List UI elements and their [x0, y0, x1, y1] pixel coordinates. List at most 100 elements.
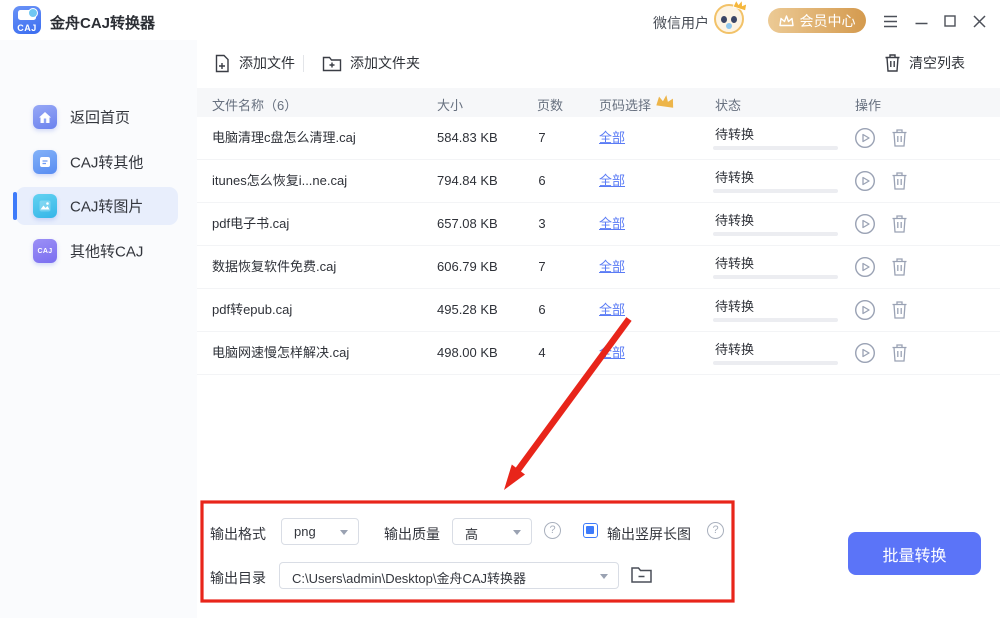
file-name: 数据恢复软件免费.caj — [212, 259, 337, 274]
progress-bar — [713, 146, 838, 150]
play-icon — [854, 299, 876, 321]
sidebar-item-other-to-caj[interactable]: CAJ 其他转CAJ — [0, 232, 197, 270]
header-pages: 页数 — [537, 98, 564, 113]
progress-bar — [713, 318, 838, 322]
caj-badge-icon: CAJ — [33, 239, 57, 263]
maximize-button[interactable] — [942, 13, 958, 29]
status-text: 待转换 — [715, 256, 755, 271]
progress-bar — [713, 189, 838, 193]
trash-icon — [892, 172, 907, 190]
delete-file-button[interactable] — [891, 214, 909, 234]
output-format-value: png — [294, 524, 316, 539]
member-center-button[interactable]: 会员中心 — [768, 8, 866, 33]
delete-file-button[interactable] — [891, 171, 909, 191]
titlebar: CAJ 金舟CAJ转换器 微信用户 会员中心 — [0, 0, 1000, 40]
close-icon — [972, 14, 986, 28]
play-icon — [854, 213, 876, 235]
table-row: 电脑网速慢怎样解决.caj 498.00 KB 4 全部 待转换 — [197, 332, 1000, 375]
add-folder-button[interactable]: 添加文件夹 — [322, 51, 420, 75]
sidebar-item-home[interactable]: 返回首页 — [0, 98, 197, 136]
trash-icon — [892, 344, 907, 362]
header-status: 状态 — [715, 98, 742, 113]
trash-icon — [892, 129, 907, 147]
table-header: 文件名称（6） 大小 页数 页码选择 状态 操作 — [197, 88, 1000, 117]
home-icon — [33, 105, 57, 129]
add-folder-icon — [322, 56, 342, 71]
status-text: 待转换 — [715, 299, 755, 314]
checkbox-fill — [586, 526, 594, 534]
convert-play-button[interactable] — [854, 299, 876, 321]
menu-button[interactable] — [882, 13, 898, 29]
table-row: 电脑清理c盘怎么清理.caj 584.83 KB 7 全部 待转换 — [197, 117, 1000, 160]
app-title: 金舟CAJ转换器 — [50, 15, 156, 32]
delete-file-button[interactable] — [891, 257, 909, 277]
output-format-select[interactable]: png — [281, 518, 359, 545]
page-select-link[interactable]: 全部 — [599, 203, 625, 245]
sidebar-item-label: CAJ转其他 — [70, 154, 144, 172]
file-table-body: 电脑清理c盘怎么清理.caj 584.83 KB 7 全部 待转换 itunes… — [197, 117, 1000, 375]
delete-file-button[interactable] — [891, 128, 909, 148]
convert-play-button[interactable] — [854, 127, 876, 149]
file-name: pdf电子书.caj — [212, 216, 290, 231]
file-name: 电脑清理c盘怎么清理.caj — [212, 130, 356, 145]
file-pages: 7 — [538, 130, 546, 145]
clear-list-button[interactable]: 清空列表 — [884, 51, 965, 75]
minimize-icon — [915, 22, 927, 24]
table-row: pdf电子书.caj 657.08 KB 3 全部 待转换 — [197, 203, 1000, 246]
toolbar-divider — [303, 55, 304, 72]
status-text: 待转换 — [715, 213, 755, 228]
progress-bar — [713, 275, 838, 279]
chevron-down-icon — [340, 530, 348, 535]
browse-folder-button[interactable] — [630, 565, 654, 587]
app-window: CAJ 金舟CAJ转换器 微信用户 会员中心 返回首页 CAJ转其他 CAJ转图… — [0, 0, 1000, 618]
close-button[interactable] — [971, 13, 987, 29]
crown-icon — [778, 14, 794, 26]
delete-file-button[interactable] — [891, 300, 909, 320]
status-text: 待转换 — [715, 342, 755, 357]
table-row: pdf转epub.caj 495.28 KB 6 全部 待转换 — [197, 289, 1000, 332]
vertical-long-image-checkbox[interactable] — [583, 523, 598, 538]
quality-help-icon[interactable] — [544, 522, 561, 539]
chevron-down-icon — [513, 530, 521, 535]
user-name: 微信用户 — [653, 15, 709, 31]
output-dir-label: 输出目录 — [210, 570, 266, 586]
vertical-long-image-label: 输出竖屏长图 — [607, 526, 691, 542]
vip-crown-icon — [656, 95, 674, 108]
trash-icon — [892, 301, 907, 319]
progress-bar — [713, 232, 838, 236]
file-size: 606.79 KB — [437, 259, 498, 274]
output-dir-select[interactable]: C:\Users\admin\Desktop\金舟CAJ转换器 — [279, 562, 619, 589]
convert-play-button[interactable] — [854, 213, 876, 235]
file-size: 498.00 KB — [437, 345, 498, 360]
delete-file-button[interactable] — [891, 343, 909, 363]
sidebar-item-caj-to-image[interactable]: CAJ转图片 — [0, 187, 197, 225]
page-select-link[interactable]: 全部 — [599, 332, 625, 374]
convert-play-button[interactable] — [854, 256, 876, 278]
page-select-link[interactable]: 全部 — [599, 246, 625, 288]
minimize-button[interactable] — [913, 13, 929, 29]
sidebar-item-caj-to-other[interactable]: CAJ转其他 — [0, 143, 197, 181]
page-select-link[interactable]: 全部 — [599, 117, 625, 159]
batch-convert-button[interactable]: 批量转换 — [848, 532, 981, 575]
table-row: 数据恢复软件免费.caj 606.79 KB 7 全部 待转换 — [197, 246, 1000, 289]
add-file-button[interactable]: 添加文件 — [213, 51, 295, 75]
chevron-down-icon — [600, 574, 608, 579]
envelope-icon — [18, 8, 38, 20]
convert-play-button[interactable] — [854, 170, 876, 192]
annotation-arrow-head — [504, 464, 525, 490]
add-file-label: 添加文件 — [239, 55, 295, 71]
caj-badge-text: CAJ — [37, 247, 53, 255]
page-select-link[interactable]: 全部 — [599, 289, 625, 331]
image-icon — [33, 194, 57, 218]
play-icon — [854, 127, 876, 149]
trash-icon — [892, 258, 907, 276]
page-select-link[interactable]: 全部 — [599, 160, 625, 202]
clear-list-label: 清空列表 — [909, 55, 965, 71]
output-quality-select[interactable]: 高 — [452, 518, 532, 545]
output-dir-value: C:\Users\admin\Desktop\金舟CAJ转换器 — [292, 571, 527, 586]
add-folder-label: 添加文件夹 — [350, 55, 420, 71]
app-logo-icon: CAJ — [13, 6, 41, 34]
convert-play-button[interactable] — [854, 342, 876, 364]
member-center-label: 会员中心 — [799, 12, 856, 29]
vertical-help-icon[interactable] — [707, 522, 724, 539]
